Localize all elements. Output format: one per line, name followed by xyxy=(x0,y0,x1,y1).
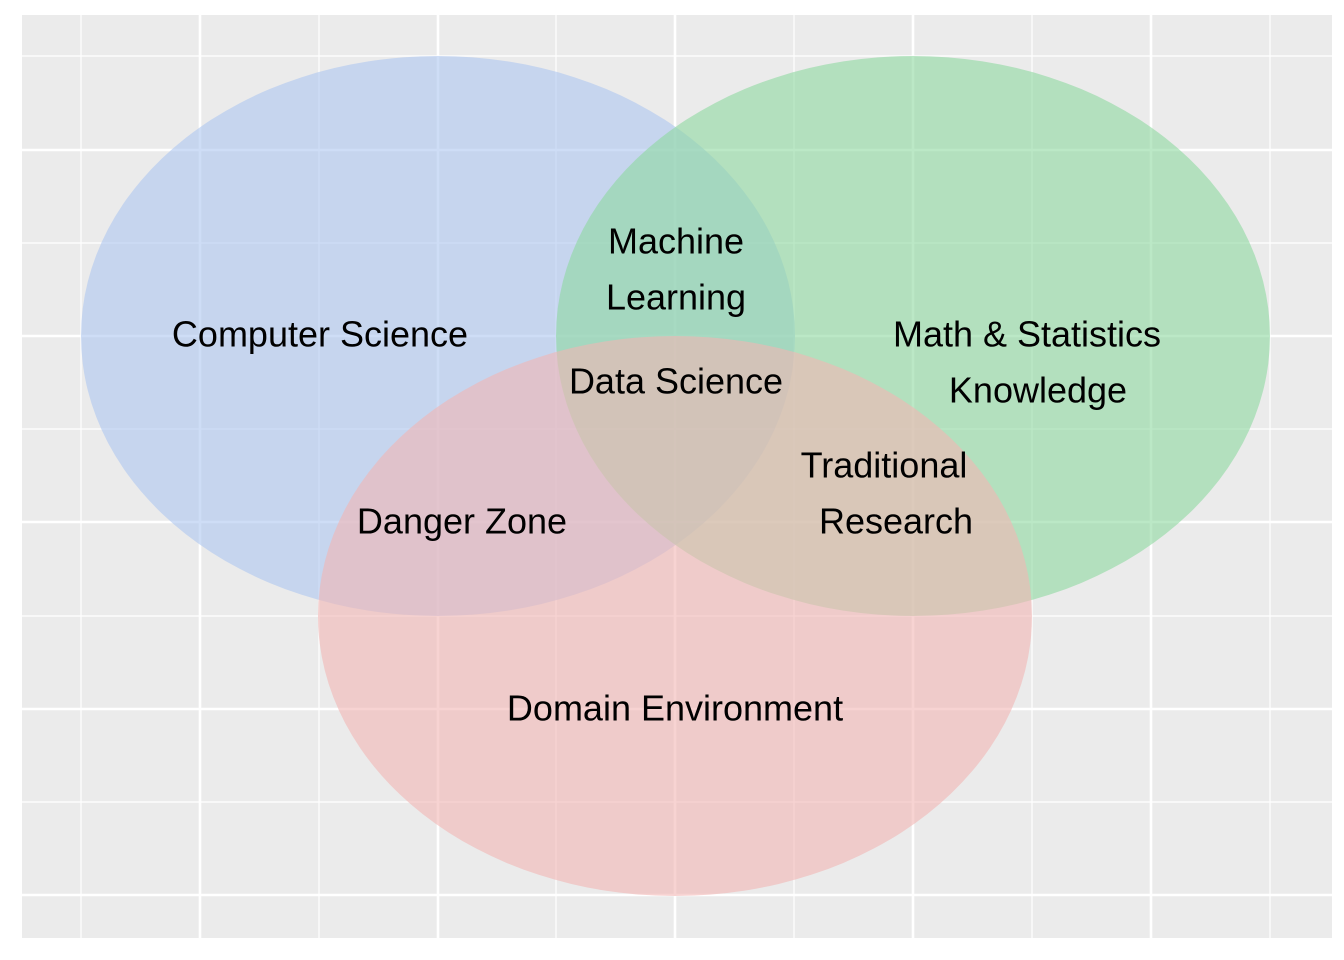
label-math-statistics-line2: Knowledge xyxy=(949,370,1127,411)
label-machine-learning-line2: Learning xyxy=(606,277,746,318)
label-domain-environment: Domain Environment xyxy=(507,688,843,729)
label-machine-learning-line1: Machine xyxy=(608,221,744,262)
label-math-statistics-line1: Math & Statistics xyxy=(893,314,1161,355)
label-danger-zone: Danger Zone xyxy=(357,501,567,542)
label-traditional-research-line2: Research xyxy=(819,501,973,542)
venn-diagram: Computer Science Math & Statistics Knowl… xyxy=(22,15,1332,938)
label-computer-science: Computer Science xyxy=(172,314,468,355)
label-data-science: Data Science xyxy=(569,361,783,402)
circle-domain-environment xyxy=(318,336,1032,896)
label-traditional-research-line1: Traditional xyxy=(801,445,968,486)
